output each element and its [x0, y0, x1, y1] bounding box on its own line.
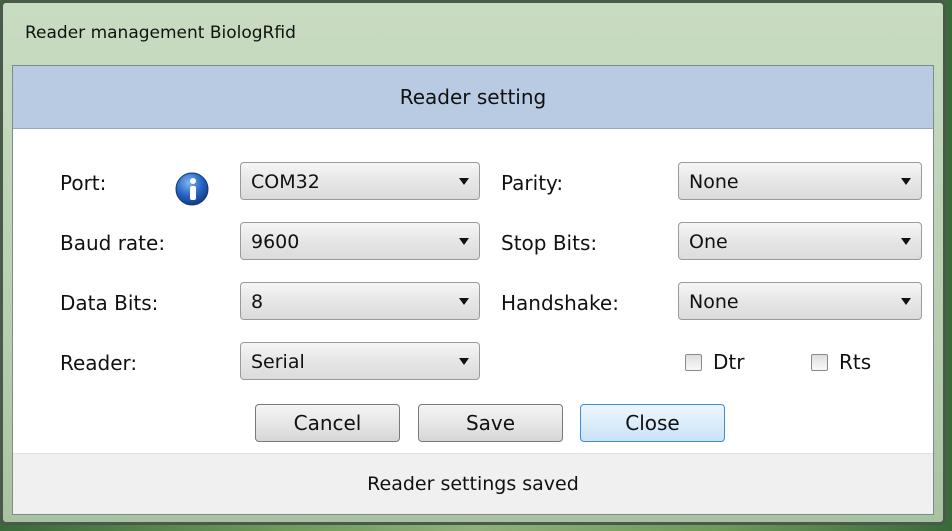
baud-rate-select-value: 9600: [251, 231, 300, 253]
baud-rate-select[interactable]: 9600: [240, 222, 480, 260]
handshake-select[interactable]: None: [678, 282, 922, 320]
data-bits-select-value: 8: [251, 291, 264, 313]
handshake-label: Handshake:: [501, 291, 619, 315]
reader-select[interactable]: Serial: [240, 342, 480, 380]
rts-checkbox[interactable]: [811, 354, 828, 371]
chevron-down-icon: [901, 298, 911, 305]
dtr-label: Dtr: [713, 350, 745, 374]
status-text: Reader settings saved: [367, 473, 579, 495]
data-bits-select[interactable]: 8: [240, 282, 480, 320]
reader-label: Reader:: [60, 351, 138, 375]
section-title: Reader setting: [399, 85, 547, 109]
port-select[interactable]: COM32: [240, 162, 480, 200]
section-header: Reader setting: [13, 66, 933, 129]
dialog-window: Reader management BiologRfid Reader sett…: [0, 0, 946, 525]
window-title: Reader management BiologRfid: [25, 23, 296, 43]
port-select-value: COM32: [251, 171, 320, 193]
client-area: Reader setting Port: Baud rate: Data Bit…: [12, 65, 934, 515]
chevron-down-icon: [459, 358, 469, 365]
cancel-button[interactable]: Cancel: [255, 404, 400, 442]
reader-select-value: Serial: [251, 351, 305, 373]
close-button-label: Close: [625, 411, 680, 435]
stop-bits-label: Stop Bits:: [501, 231, 598, 255]
close-button[interactable]: Close: [580, 404, 725, 442]
chevron-down-icon: [901, 238, 911, 245]
baud-rate-label: Baud rate:: [60, 231, 166, 255]
chevron-down-icon: [459, 298, 469, 305]
cancel-button-label: Cancel: [293, 411, 362, 435]
stop-bits-select-value: One: [689, 231, 728, 253]
title-bar[interactable]: Reader management BiologRfid: [3, 3, 943, 65]
stop-bits-select[interactable]: One: [678, 222, 922, 260]
port-label: Port:: [60, 171, 107, 195]
data-bits-label: Data Bits:: [60, 291, 159, 315]
save-button-label: Save: [465, 411, 516, 435]
info-icon[interactable]: [175, 172, 209, 206]
status-bar: Reader settings saved: [13, 453, 933, 514]
parity-select[interactable]: None: [678, 162, 922, 200]
parity-select-value: None: [689, 171, 739, 193]
handshake-select-value: None: [689, 291, 739, 313]
rts-label: Rts: [839, 350, 872, 374]
dtr-checkbox[interactable]: [685, 354, 702, 371]
save-button[interactable]: Save: [418, 404, 563, 442]
chevron-down-icon: [459, 178, 469, 185]
parity-label: Parity:: [501, 171, 564, 195]
chevron-down-icon: [459, 238, 469, 245]
chevron-down-icon: [901, 178, 911, 185]
